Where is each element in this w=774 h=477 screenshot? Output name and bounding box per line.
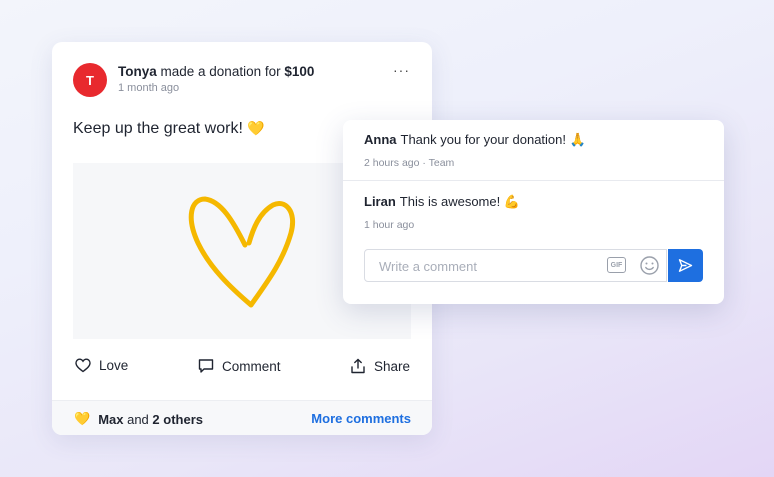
more-options-button[interactable]: ··· (393, 62, 410, 78)
share-button[interactable]: Share (350, 358, 410, 374)
send-icon (678, 259, 693, 272)
emoji-smile-icon[interactable] (639, 255, 660, 276)
comment-icon (198, 359, 214, 373)
reaction-summary[interactable]: 💛 Max and 2 others (74, 411, 203, 427)
donation-amount: $100 (284, 64, 315, 79)
post-footer: 💛 Max and 2 others More comments (52, 400, 432, 435)
comment-author[interactable]: Anna (364, 132, 397, 147)
send-button[interactable] (668, 249, 703, 282)
reaction-name: Max (98, 411, 124, 427)
yellow-heart-emoji: 💛 (247, 120, 265, 136)
post-headline: Tonya made a donation for $100 (118, 64, 314, 79)
love-label: Love (99, 358, 129, 373)
comment-label: Comment (222, 358, 281, 374)
gif-icon[interactable]: GIF (607, 257, 626, 273)
yellow-heart-emoji: 💛 (74, 411, 91, 426)
divider (343, 180, 724, 181)
comment-button[interactable]: Comment (198, 358, 281, 374)
post-text: Keep up the great work! 💛 (73, 120, 265, 138)
comment-meta: 1 hour ago (364, 219, 415, 231)
comments-panel: Anna Thank you for your donation! 🙏 2 hou… (343, 120, 724, 304)
comment-composer: GIF (364, 249, 667, 283)
comment-item: Anna Thank you for your donation! 🙏 2 hou… (364, 132, 586, 169)
reaction-others: 2 others (152, 411, 203, 427)
post-timestamp: 1 month ago (118, 82, 180, 94)
more-comments-link[interactable]: More comments (311, 411, 411, 426)
post-message: Keep up the great work! (73, 120, 248, 137)
reaction-text: Max and 2 others (98, 412, 203, 427)
reaction-and: and (123, 411, 153, 427)
comment-text: Thank you for your donation! 🙏 (400, 132, 586, 147)
avatar[interactable]: T (73, 63, 107, 97)
comment-text: This is awesome! 💪 (399, 194, 521, 209)
comment-author[interactable]: Liran (364, 194, 396, 209)
love-button[interactable]: Love (75, 358, 128, 373)
heart-outline-icon (75, 358, 91, 373)
author-name[interactable]: Tonya (118, 64, 157, 79)
comment-input[interactable] (377, 250, 601, 283)
share-label: Share (374, 358, 411, 374)
comment-item: Liran This is awesome! 💪 1 hour ago (364, 194, 520, 231)
share-icon (351, 358, 365, 374)
action-text: made a donation for (156, 64, 285, 79)
comment-meta: 2 hours ago · Team (364, 157, 455, 169)
